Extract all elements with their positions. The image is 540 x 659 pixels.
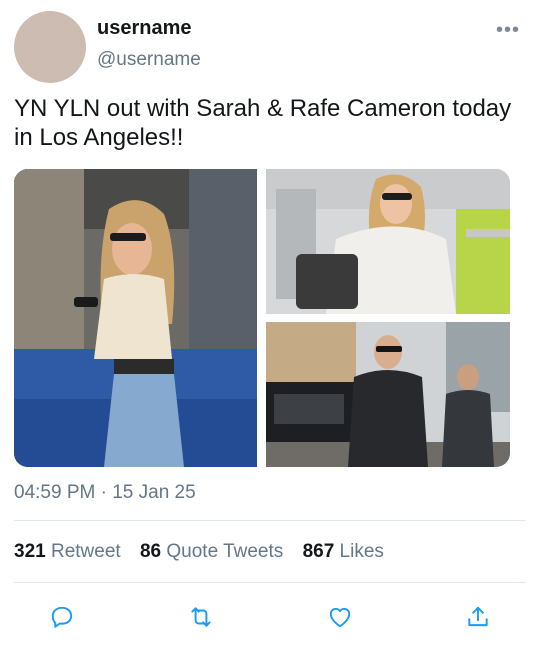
quote-tweets-label: Quote Tweets bbox=[166, 541, 284, 562]
divider bbox=[14, 520, 526, 521]
divider bbox=[14, 582, 526, 583]
media-grid bbox=[14, 169, 510, 467]
retweet-stat[interactable]: 321 Retweet bbox=[14, 541, 121, 563]
display-name[interactable]: username bbox=[97, 17, 192, 40]
action-bar bbox=[14, 600, 526, 634]
quote-tweets-count: 86 bbox=[139, 541, 162, 562]
likes-count: 867 bbox=[302, 541, 335, 562]
tweet-text: YN YLN out with Sarah & Rafe Cameron tod… bbox=[14, 95, 512, 151]
avatar[interactable] bbox=[14, 11, 86, 83]
reply-button[interactable] bbox=[45, 600, 79, 634]
tweet-timestamp[interactable]: 04:59 PM · 15 Jan 25 bbox=[14, 482, 196, 504]
more-options-icon[interactable]: ••• bbox=[496, 20, 520, 40]
photo-men-in-leather-jackets[interactable] bbox=[266, 322, 510, 467]
engagement-stats: 321 Retweet 86 Quote Tweets 867 Likes bbox=[14, 541, 398, 563]
share-icon bbox=[468, 606, 488, 627]
like-icon bbox=[329, 607, 351, 628]
retweet-button[interactable] bbox=[184, 600, 218, 634]
reply-icon bbox=[51, 606, 73, 628]
photo-woman-on-phone[interactable] bbox=[14, 169, 257, 467]
quote-tweets-stat[interactable]: 86 Quote Tweets bbox=[140, 541, 283, 563]
retweet-count: 321 bbox=[14, 541, 46, 562]
retweet-label: Retweet bbox=[50, 541, 121, 562]
likes-stat[interactable]: 867 Likes bbox=[303, 541, 384, 563]
likes-label: Likes bbox=[339, 541, 384, 562]
share-button[interactable] bbox=[461, 600, 495, 634]
user-handle[interactable]: @username bbox=[97, 49, 201, 71]
photo-woman-with-bag[interactable] bbox=[266, 169, 510, 314]
retweet-icon bbox=[191, 607, 211, 627]
tweet-header: username @username ••• bbox=[14, 11, 526, 85]
like-button[interactable] bbox=[323, 600, 357, 634]
